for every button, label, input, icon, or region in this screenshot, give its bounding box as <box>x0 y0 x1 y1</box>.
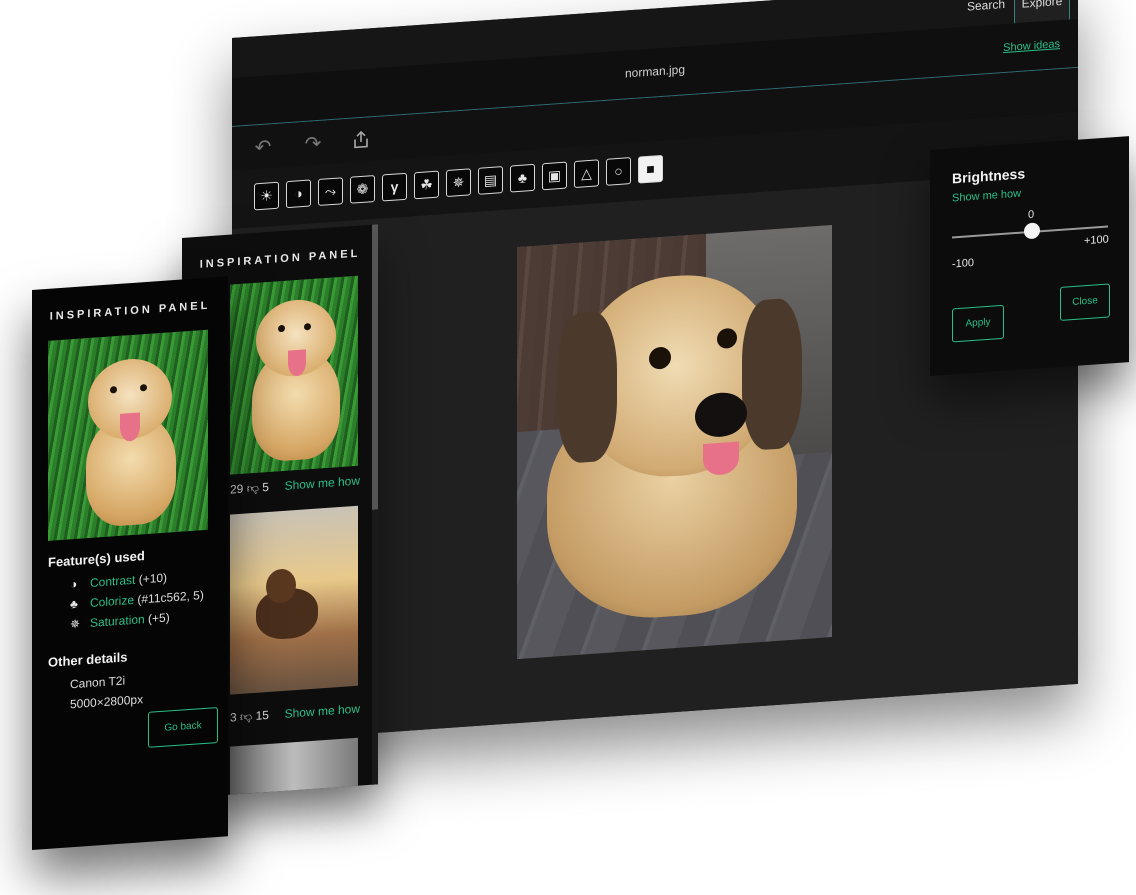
features-heading: Feature(s) used <box>48 548 145 570</box>
feature-name[interactable]: Colorize <box>90 593 134 610</box>
image-dimensions: 5000×2800px <box>70 692 144 712</box>
triangle-icon[interactable]: △ <box>574 159 599 189</box>
likes-count: 29 <box>230 481 244 497</box>
share-icon[interactable] <box>350 129 372 153</box>
camera-model: Canon T2i <box>70 673 126 692</box>
likes-count: 3 <box>230 710 237 725</box>
gradient-icon[interactable]: ■ <box>638 154 663 184</box>
dislikes-count: 5 <box>262 479 269 495</box>
go-back-button[interactable]: Go back <box>148 706 218 748</box>
feature-name[interactable]: Saturation <box>90 612 145 630</box>
close-button[interactable]: Close <box>1060 283 1110 321</box>
panel-heading: INSPIRATION PANEL <box>49 299 211 323</box>
inspiration-image <box>48 329 208 541</box>
main-photo <box>517 225 832 660</box>
show-me-how-link[interactable]: Show me how <box>952 188 1021 205</box>
show-me-how-link[interactable]: Show me how <box>285 702 360 721</box>
inspiration-image[interactable] <box>230 505 358 695</box>
other-details-heading: Other details <box>48 649 128 670</box>
scrollbar-thumb[interactable] <box>372 224 378 510</box>
brightness-panel: Brightness Show me how 0 -100 +100 Apply… <box>930 136 1129 376</box>
saturation-icon[interactable]: ✵ <box>446 168 471 198</box>
brightness-slider-handle[interactable] <box>1024 222 1040 240</box>
bulb-icon[interactable]: ☘ <box>414 170 439 200</box>
feature-row: ♣ Colorize (#11c562, 5) <box>70 588 204 611</box>
curves-icon[interactable]: ⤳ <box>318 177 343 206</box>
aperture-icon[interactable]: ❁ <box>350 175 375 204</box>
colorize-icon[interactable]: ♣ <box>510 163 535 193</box>
drop-icon[interactable]: ○ <box>606 157 631 186</box>
rating-stats: 29 👎︎ 5 <box>230 480 269 498</box>
show-me-how-link[interactable]: Show me how <box>285 474 360 493</box>
inspiration-image[interactable] <box>230 275 358 475</box>
feature-value: (#11c562, 5) <box>137 587 204 607</box>
show-ideas-link[interactable]: Show ideas <box>1003 38 1060 54</box>
dislikes-count: 15 <box>255 707 269 723</box>
saturation-icon: ✵ <box>70 616 81 632</box>
rating-stats: 3 👎︎ 15 <box>230 708 269 726</box>
feature-row: ✵ Saturation (+5) <box>70 610 170 631</box>
contrast-icon[interactable]: ◑ <box>286 179 311 209</box>
exposure-icon[interactable]: ▣ <box>542 161 567 191</box>
sharpen-icon[interactable]: ▤ <box>478 166 503 195</box>
brightness-title: Brightness <box>952 165 1026 187</box>
slider-max-label: +100 <box>1084 233 1109 248</box>
undo-icon[interactable]: ↶ <box>252 136 274 160</box>
panel-heading: INSPIRATION PANEL <box>199 247 361 271</box>
slider-min-label: -100 <box>952 256 975 271</box>
inspiration-image[interactable] <box>230 737 358 795</box>
thumbs-down-icon[interactable]: 👎︎ <box>247 481 259 496</box>
gamma-icon[interactable]: γ <box>382 172 407 202</box>
feature-name[interactable]: Contrast <box>90 573 135 590</box>
brightness-icon[interactable]: ☀ <box>254 181 279 211</box>
contrast-icon: ◑ <box>70 576 78 592</box>
thumbs-down-icon[interactable]: 👎︎ <box>240 709 252 724</box>
colorize-icon: ♣ <box>70 596 78 612</box>
feature-row: ◑ Contrast (+10) <box>70 571 167 592</box>
feature-value: (+10) <box>138 570 168 587</box>
inspiration-panel-front: INSPIRATION PANEL Feature(s) used ◑ Contr… <box>32 276 228 851</box>
apply-button[interactable]: Apply <box>952 304 1004 343</box>
redo-icon[interactable]: ↷ <box>302 133 324 157</box>
feature-value: (+5) <box>148 610 170 626</box>
slider-value: 0 <box>1028 208 1035 222</box>
